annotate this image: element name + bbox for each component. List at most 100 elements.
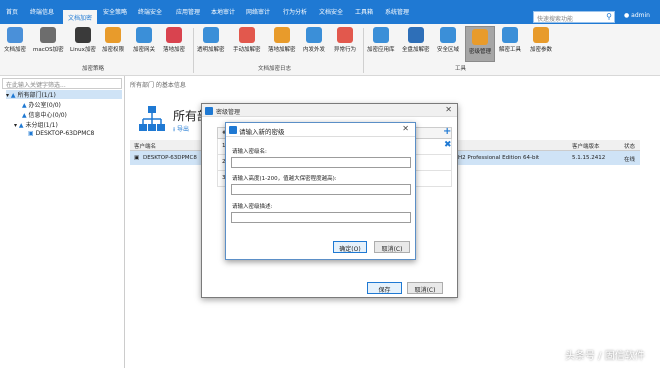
tree-label: 办公室(0/0) — [28, 102, 61, 109]
decrypt-tool-icon — [502, 27, 518, 43]
tab-home[interactable]: 首页 — [6, 7, 18, 16]
quick-search-input[interactable]: 快速搜索功能 ⚲ — [533, 11, 615, 23]
dialog-title: 密级管理 — [216, 109, 241, 116]
ribbon-label: 安全区域 — [437, 47, 460, 53]
group-label-tools: 工具 — [455, 66, 467, 72]
close-icon[interactable]: ✕ — [445, 105, 452, 114]
org-chart-icon — [139, 106, 165, 131]
manual-lock-icon — [238, 27, 255, 43]
ribbon-abnormal-behavior[interactable]: 异常行为 — [334, 27, 356, 53]
department-tree-panel: 在此输入关键字筛选... ▾ ▲ 所有部门(1/1) ▲ 办公室(0/0) ▲ … — [0, 76, 125, 368]
ribbon-label: 加密参数 — [530, 47, 553, 53]
watermark: 头条号 / 固信软件 — [565, 351, 645, 362]
add-icon[interactable]: + — [443, 126, 451, 137]
group-label-policy: 加密策略 — [82, 66, 105, 72]
dialog-titlebar[interactable]: 请输入新的密级 ✕ — [226, 123, 415, 137]
ribbon-transparent-encrypt[interactable]: 透明加解密 — [197, 27, 225, 53]
tab-toolbox[interactable]: 工具箱 — [355, 7, 373, 16]
dialog-titlebar[interactable]: 密级管理 ✕ — [202, 104, 457, 117]
tab-doc-security[interactable]: 文档安全 — [319, 7, 343, 16]
ribbon-landing-decrypt[interactable]: 落地加解密 — [268, 27, 296, 53]
ribbon-security-zone[interactable]: 安全区域 — [437, 27, 459, 53]
ribbon-label: 内发外发 — [303, 47, 326, 53]
tree-node-office[interactable]: ▲ 办公室(0/0) — [22, 100, 61, 109]
org-icon: ▲ — [22, 112, 27, 119]
transparent-lock-icon — [202, 27, 219, 43]
ribbon-classification-mgmt[interactable]: 密级管理 — [465, 26, 495, 62]
ribbon-macos-encrypt[interactable]: macOS加密 — [33, 27, 64, 53]
ribbon-toolbar: 文档加密 macOS加密 Linux加密 加密权限 加密网关 落地加密 加密策略… — [0, 24, 660, 76]
column-client-name[interactable]: 客户端名 — [134, 142, 156, 150]
alert-icon — [337, 27, 353, 43]
classification-name-input[interactable] — [231, 157, 411, 168]
ribbon-encrypt-permission[interactable]: 加密权限 — [102, 27, 124, 53]
ok-button[interactable]: 确定(O) — [333, 241, 367, 253]
cell-version: 5.1.15.2412 — [572, 155, 606, 161]
ribbon-landing-encrypt[interactable]: 落地加密 — [163, 27, 185, 53]
tree-label: DESKTOP-63DPMC8 — [35, 130, 95, 137]
tree-node-all[interactable]: ▾ ▲ 所有部门(1/1) — [6, 90, 122, 99]
tab-system[interactable]: 系统管理 — [385, 7, 409, 16]
unlock-icon — [273, 27, 290, 43]
tree-node-ungrouped[interactable]: ▾ ▲ 未分组(1/1) — [14, 120, 58, 129]
ribbon-doc-encrypt[interactable]: 文档加密 — [4, 27, 26, 53]
column-status[interactable]: 状态 — [624, 142, 635, 150]
tree-filter-input[interactable]: 在此输入关键字筛选... — [2, 78, 122, 89]
export-link[interactable]: ⭳ 导出 — [173, 124, 189, 135]
ribbon-manual-encrypt[interactable]: 手动加解密 — [233, 27, 261, 53]
shield-icon — [440, 27, 456, 43]
tab-doc-encrypt[interactable]: 文档加密 — [63, 10, 98, 24]
classification-level-input[interactable] — [231, 184, 411, 195]
ribbon-full-disk[interactable]: 全盘加解密 — [402, 27, 430, 53]
breadcrumb: 所有部门 的基本信息 — [130, 82, 186, 89]
dialog-app-icon — [229, 126, 237, 134]
label-classification-name: 请输入密级名: — [232, 149, 267, 155]
ribbon-label: 透明加解密 — [197, 47, 225, 53]
save-button[interactable]: 保存 — [367, 282, 402, 294]
ribbon-encrypt-app-lib[interactable]: 加密应用库 — [367, 27, 395, 53]
ribbon-label: 加密网关 — [133, 47, 156, 53]
tree-label: 信息中心(0/0) — [28, 112, 67, 119]
ribbon-linux-encrypt[interactable]: Linux加密 — [70, 27, 96, 53]
cancel-button[interactable]: 取消(C) — [407, 282, 443, 294]
delete-icon[interactable]: ✖ — [444, 140, 452, 150]
close-icon[interactable]: ✕ — [402, 124, 409, 133]
tab-security-policy[interactable]: 安全策略 — [103, 7, 127, 16]
tab-network-audit[interactable]: 网络审计 — [246, 7, 270, 16]
computer-icon: ▣ — [134, 155, 140, 161]
ribbon-send-internal-external[interactable]: 内发外发 — [303, 27, 325, 53]
linux-icon — [74, 27, 91, 43]
user-menu[interactable]: ● admin — [624, 12, 650, 19]
ribbon-label: 密级管理 — [468, 49, 491, 55]
tab-behavior[interactable]: 行为分析 — [283, 7, 307, 16]
label-classification-desc: 请输入密级描述: — [232, 204, 273, 210]
ribbon-label: 全盘加解密 — [402, 47, 430, 53]
computer-icon: ▣ — [28, 130, 34, 137]
ribbon-label: 落地加解密 — [268, 47, 296, 53]
ribbon-label: 落地加密 — [163, 47, 186, 53]
tree-node-info-center[interactable]: ▲ 信息中心(0/0) — [22, 110, 67, 119]
ribbon-encrypt-gateway[interactable]: 加密网关 — [133, 27, 155, 53]
ribbon-decrypt-tool[interactable]: 解密工具 — [499, 27, 521, 53]
tree-label: 未分组(1/1) — [25, 122, 58, 129]
ribbon-label: 加密权限 — [102, 47, 125, 53]
username: admin — [631, 12, 650, 19]
search-icon[interactable]: ⚲ — [606, 12, 612, 21]
tab-app-mgmt[interactable]: 应用管理 — [176, 7, 200, 16]
filter-placeholder: 在此输入关键字筛选... — [6, 82, 66, 89]
tab-terminal-info[interactable]: 终端信息 — [30, 7, 54, 16]
tree-label: 所有部门(1/1) — [17, 92, 56, 99]
tree-node-desktop[interactable]: ▣ DESKTOP-63DPMC8 — [28, 130, 94, 137]
ribbon-encrypt-params[interactable]: 加密参数 — [530, 27, 552, 53]
dialog-title: 请输入新的密级 — [239, 128, 285, 136]
export-icon: ⭳ — [173, 126, 176, 133]
tab-local-audit[interactable]: 本地审计 — [211, 7, 235, 16]
tab-terminal-security[interactable]: 终端安全 — [138, 7, 162, 16]
top-nav-bar: 首页 终端信息 文档加密 安全策略 终端安全 应用管理 本地审计 网络审计 行为… — [0, 0, 660, 24]
ribbon-label: 手动加解密 — [233, 47, 261, 53]
classification-desc-input[interactable] — [231, 212, 411, 223]
column-client-version[interactable]: 客户端版本 — [572, 142, 600, 150]
org-icon: ▲ — [22, 102, 27, 109]
cancel-button[interactable]: 取消(C) — [374, 241, 410, 253]
cell-status: 在线 — [624, 157, 636, 163]
